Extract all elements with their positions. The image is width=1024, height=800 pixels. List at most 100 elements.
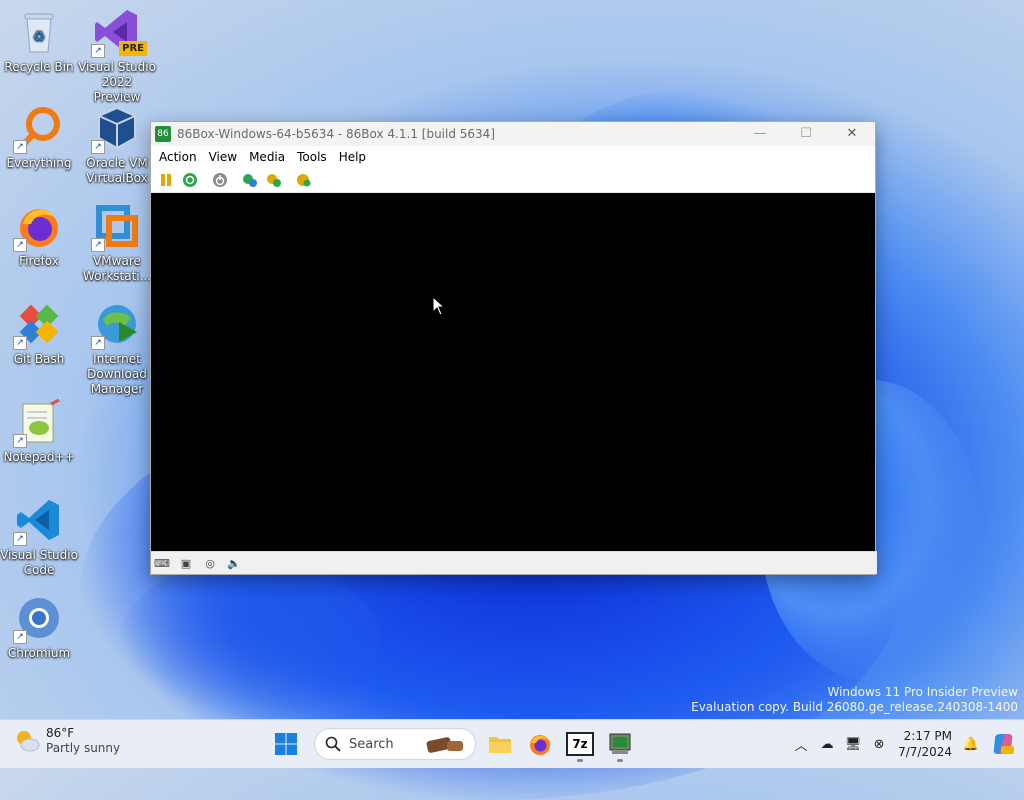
reset-icon [183,173,197,187]
taskbar-firefox[interactable] [522,726,558,762]
visual-studio-icon: ↗ PRE [91,8,147,58]
desktop-icon-everything[interactable]: ↗ Everything [0,104,78,171]
app-86box-icon: 86 [155,126,171,142]
weather-widget[interactable]: 86°F Partly sunny [14,726,120,756]
toolbar [151,168,875,193]
shortcut-arrow-icon: ↗ [91,336,105,350]
evaluation-watermark: Windows 11 Pro Insider Preview Evaluatio… [691,685,1018,715]
search-placeholder: Search [349,736,394,752]
weather-description: Partly sunny [46,741,121,755]
search-icon [325,736,341,752]
desktop-icon-virtualbox[interactable]: ↗ Oracle VM VirtualBox [78,104,156,186]
settings-button[interactable] [239,170,261,190]
taskbar-86box[interactable] [602,726,638,762]
taskbar-search-box[interactable]: Search [314,728,476,760]
menu-tools[interactable]: Tools [291,150,333,164]
menu-help[interactable]: Help [333,150,372,164]
menu-media[interactable]: Media [243,150,291,164]
shortcut-arrow-icon: ↗ [91,140,105,154]
desktop-icon-label: Oracle VM VirtualBox [86,156,148,185]
taskbar: 86°F Partly sunny Search 7z ︿ ☁ 🖥 ⊗ 2:17… [0,719,1024,768]
running-indicator [577,759,583,762]
shortcut-arrow-icon: ↗ [91,44,105,58]
maximize-button[interactable]: ☐ [783,122,829,146]
desktop-icon-vscode[interactable]: ↗ Visual Studio Code [0,496,78,578]
volume-muted-icon[interactable]: ⊗ [866,731,892,757]
desktop-icon-label: VMware Workstati... [82,254,152,283]
wallpaper-bloom [120,560,380,720]
ctrl-alt-del-button[interactable] [263,170,285,190]
power-button[interactable] [209,170,231,190]
desktop-icon-idm[interactable]: ↗ Internet Download Manager [78,300,156,397]
copilot-icon [993,734,1014,754]
notepadpp-icon: ↗ [13,398,63,448]
power-icon [213,173,227,187]
recycle-bin-icon: ♻ [15,8,63,56]
cad-icon [267,174,281,187]
desktop-icon-chromium[interactable]: ↗ Chromium [0,594,78,661]
taskbar-file-explorer[interactable] [482,726,518,762]
desktop-icon-notepadpp[interactable]: ↗ Notepad++ [0,398,78,465]
86box-icon [609,733,631,754]
search-highlight-icon [426,737,463,753]
shortcut-arrow-icon: ↗ [13,532,27,546]
desktop-icon-recycle-bin[interactable]: ♻ Recycle Bin [0,8,78,75]
seven-zip-icon: 7z [566,732,594,756]
sound-icon[interactable]: 🔈 [225,555,243,571]
hard-reset-button[interactable] [293,170,315,190]
system-tray: ︿ ☁ 🖥 ⊗ 2:17 PM 7/7/2024 🔔 [788,720,1016,768]
taskbar-apps: Search 7z [268,726,642,762]
desktop-icon-label: Visual Studio 2022 Preview [78,60,156,104]
svg-text:♻: ♻ [33,29,46,45]
pause-button[interactable] [155,170,177,190]
watermark-line-1: Windows 11 Pro Insider Preview [827,685,1018,699]
status-bar: ⌨ ▣ ◎ 🔈 [151,551,877,574]
shortcut-arrow-icon: ↗ [91,238,105,252]
desktop-icon-label: Visual Studio Code [0,548,78,577]
shortcut-arrow-icon: ↗ [13,434,27,448]
taskbar-7zip[interactable]: 7z [562,726,598,762]
virtualbox-icon: ↗ [91,104,141,154]
notification-bell-icon[interactable]: 🔔 [958,731,984,757]
menu-view[interactable]: View [203,150,243,164]
running-indicator [617,759,623,762]
hard-reset-icon [297,174,311,187]
firefox-icon [530,735,550,755]
floppy-icon[interactable]: ▣ [177,555,195,571]
start-button[interactable] [268,726,304,762]
chevron-up-icon: ︿ [794,738,808,754]
shortcut-arrow-icon: ↗ [13,336,27,350]
windows-logo-icon [275,733,297,755]
vscode-icon: ↗ [13,496,63,546]
cdrom-icon[interactable]: ◎ [201,555,219,571]
desktop-icon-vmware[interactable]: ↗ VMware Workstati... [78,202,156,284]
reset-button[interactable] [179,170,201,190]
desktop-icon-label: Git Bash [13,352,65,366]
git-bash-icon: ↗ [13,300,63,350]
network-icon[interactable]: 🖥 [840,731,866,757]
onedrive-icon[interactable]: ☁ [814,731,840,757]
desktop-icon-label: Firefox [19,254,59,268]
minimize-button[interactable]: — [737,122,783,146]
partly-sunny-icon [17,731,40,752]
desktop-icon-firefox[interactable]: ↗ Firefox [0,202,78,269]
menu-action[interactable]: Action [153,150,203,164]
desktop-icon-visual-studio[interactable]: ↗ PRE Visual Studio 2022 Preview [78,8,156,105]
copilot-button[interactable] [990,731,1016,757]
desktop-icon-git-bash[interactable]: ↗ Git Bash [0,300,78,367]
close-button[interactable]: ✕ [829,122,875,146]
shortcut-arrow-icon: ↗ [13,238,27,252]
title-bar[interactable]: 86 86Box-Windows-64-b5634 - 86Box 4.1.1 … [151,122,875,146]
keyboard-icon[interactable]: ⌨ [153,555,171,571]
desktop-icon-label: Notepad++ [3,450,75,464]
desktop-icon-label: Everything [6,156,72,170]
clock[interactable]: 2:17 PM 7/7/2024 [898,728,952,760]
emulator-display[interactable] [151,193,875,551]
desktop-icon-label: Recycle Bin [4,60,74,74]
show-hidden-icons-button[interactable]: ︿ [788,731,814,757]
app-window-86box[interactable]: 86 86Box-Windows-64-b5634 - 86Box 4.1.1 … [150,121,877,575]
shortcut-arrow-icon: ↗ [13,140,27,154]
desktop-icon-label: Internet Download Manager [87,352,147,396]
chromium-icon: ↗ [13,594,63,644]
clock-time: 2:17 PM [903,729,952,743]
